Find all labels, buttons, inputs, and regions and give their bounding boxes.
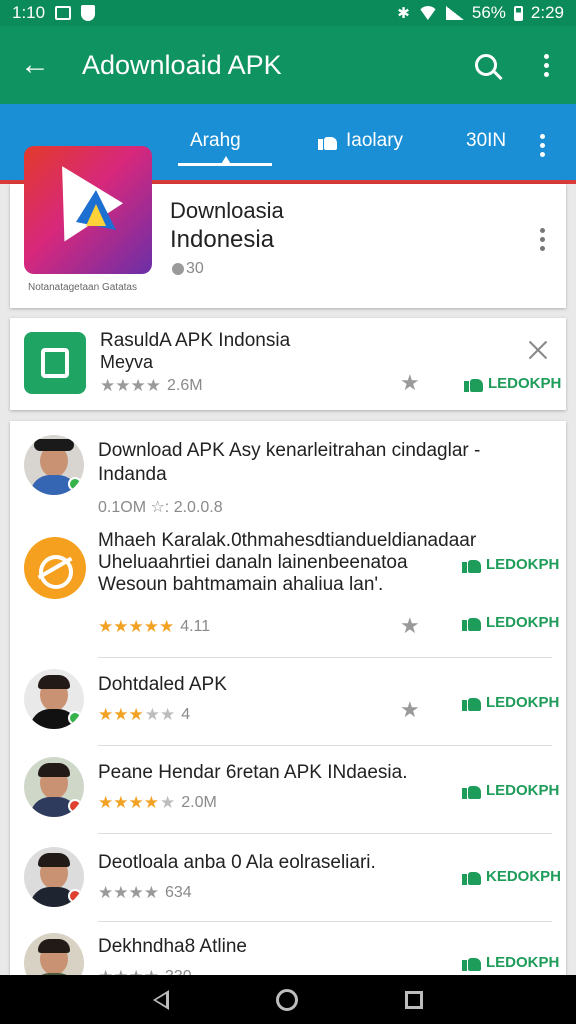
download-count-icon [172,263,184,275]
search-button[interactable] [456,26,516,104]
install-button[interactable]: LEDOKPH [464,374,561,392]
app-bar: ← Adownloaid APK [0,26,576,104]
battery-percent: 56% [471,3,506,22]
tab-iaolary[interactable]: Iaolary [318,130,403,152]
thumbs-up-icon [462,781,482,799]
divider [98,657,552,658]
tab-indicator-notch [220,156,232,166]
tab-more-icon[interactable] [540,134,545,157]
rating-stars: ★★★★★ [98,617,175,636]
rating-stars: ★★★★ [98,883,159,902]
install-button[interactable]: LEDOKPH [462,613,559,631]
close-icon[interactable] [526,338,550,362]
wishlist-star-icon[interactable]: ★ [400,370,420,396]
install-button[interactable]: LEDOKPH [462,693,559,711]
divider [98,833,552,834]
shield-notification-icon [81,5,96,21]
promo-rating: ★★★★ 2.6M [100,376,203,395]
wishlist-star-icon[interactable]: ★ [400,613,420,639]
app-title: Peane Hendar 6retan APK INdaesia. [98,762,408,783]
thumbs-up-icon [462,693,482,711]
status-bar: 1:10 ✱ 56% 2:29 [0,0,576,26]
system-navigation-bar [0,975,576,1024]
nav-recents-icon[interactable] [404,990,423,1009]
featured-subtitle: Indonesia [170,226,275,253]
app-meta: 0.1OM ☆: 2.0.0.8 [98,499,223,516]
app-title: Download APK Asy kenarleitrahan cindagla… [98,440,481,461]
divider [98,745,552,746]
more-vert-icon [543,53,549,77]
featured-count: 30 [172,260,204,278]
promo-subtitle: Meyva [100,352,154,372]
signal-icon [445,6,464,20]
bluetooth-icon: ✱ [397,5,410,22]
app-title-line2: Uheluaahrtiei danaln lainenbeenatoa [98,552,408,573]
app-list: Download APK Asy kenarleitrahan cindagla… [10,421,566,981]
thumbs-up-icon [462,613,482,631]
nav-home-icon[interactable] [275,988,298,1011]
featured-title: Downloasia [170,198,284,223]
arrow-left-icon: ← [20,48,50,81]
avatar [24,669,84,729]
divider [98,921,552,922]
thumbs-up-icon [462,953,482,971]
tab-30in[interactable]: 30IN [466,130,506,152]
battery-icon [513,5,523,21]
featured-more-icon[interactable] [540,228,545,251]
app-rating: ★★★★★ 4.11 [98,617,211,636]
tab-arahg[interactable]: Arahg [190,130,241,152]
image-notification-icon [55,6,72,20]
rating-stars: ★★★★ [100,376,161,395]
app-title: Dekhndha8 Atline [98,936,247,957]
overflow-menu-button[interactable] [516,26,576,104]
featured-caption: Notanatagetaan Gatatas [28,282,137,293]
status-time-left: 1:10 [12,3,46,22]
install-button[interactable]: LEDOKPH [462,781,559,799]
install-button[interactable]: LEDOKPH [462,953,559,971]
avatar [24,757,84,817]
wifi-icon [418,6,438,20]
app-rating: ★★★★ 634 [98,883,192,902]
avatar [24,933,84,981]
install-button[interactable]: LEDOKPH [462,555,559,573]
rating-stars: ★★★★★ [98,705,176,724]
tab-label: Arahg [190,130,241,151]
thumbs-up-icon [462,555,482,573]
install-button[interactable]: KEDOKPH [462,867,561,885]
orange-app-icon [24,537,86,599]
promo-card[interactable]: RasuldA APK Indonsia Meyva ★★★★ 2.6M ★ L… [10,318,566,410]
app-rating: ★★★ ★★ 4 [98,705,191,724]
shopping-bag-app-icon [24,332,86,394]
promo-title: RasuldA APK Indonsia [100,330,291,351]
featured-app-icon [24,146,152,274]
app-bar-title: Adownloaid APK [82,49,282,80]
avatar [24,435,84,495]
app-title: Dohtdaled APK [98,674,227,695]
app-title: Deotloala anba 0 Ala eolraseliari. [98,852,376,873]
wishlist-star-icon[interactable]: ★ [400,697,420,723]
thumbs-up-icon [318,132,338,150]
back-button[interactable]: ← [0,26,70,104]
rating-stars: ★★★★★ [98,793,176,812]
status-time-right: 2:29 [530,3,564,22]
search-icon [475,54,497,76]
app-rating: ★★★★ ★ 2.0M [98,793,217,812]
app-title-line3: Wesoun bahtmamain ahaliua lan'. [98,574,384,595]
nav-back-icon[interactable] [153,989,170,1010]
avatar [24,847,84,907]
app-title: Mhaeh Karalak.0thmahesdtiandueldianadaar [98,530,477,551]
tab-label: Iaolary [346,130,404,151]
thumbs-up-icon [462,867,482,885]
app-title-line2: Indanda [98,464,167,485]
thumbs-up-icon [464,374,484,392]
tab-label: 30IN [466,130,507,151]
featured-card[interactable]: Notanatagetaan Gatatas Downloasia Indone… [10,146,566,308]
